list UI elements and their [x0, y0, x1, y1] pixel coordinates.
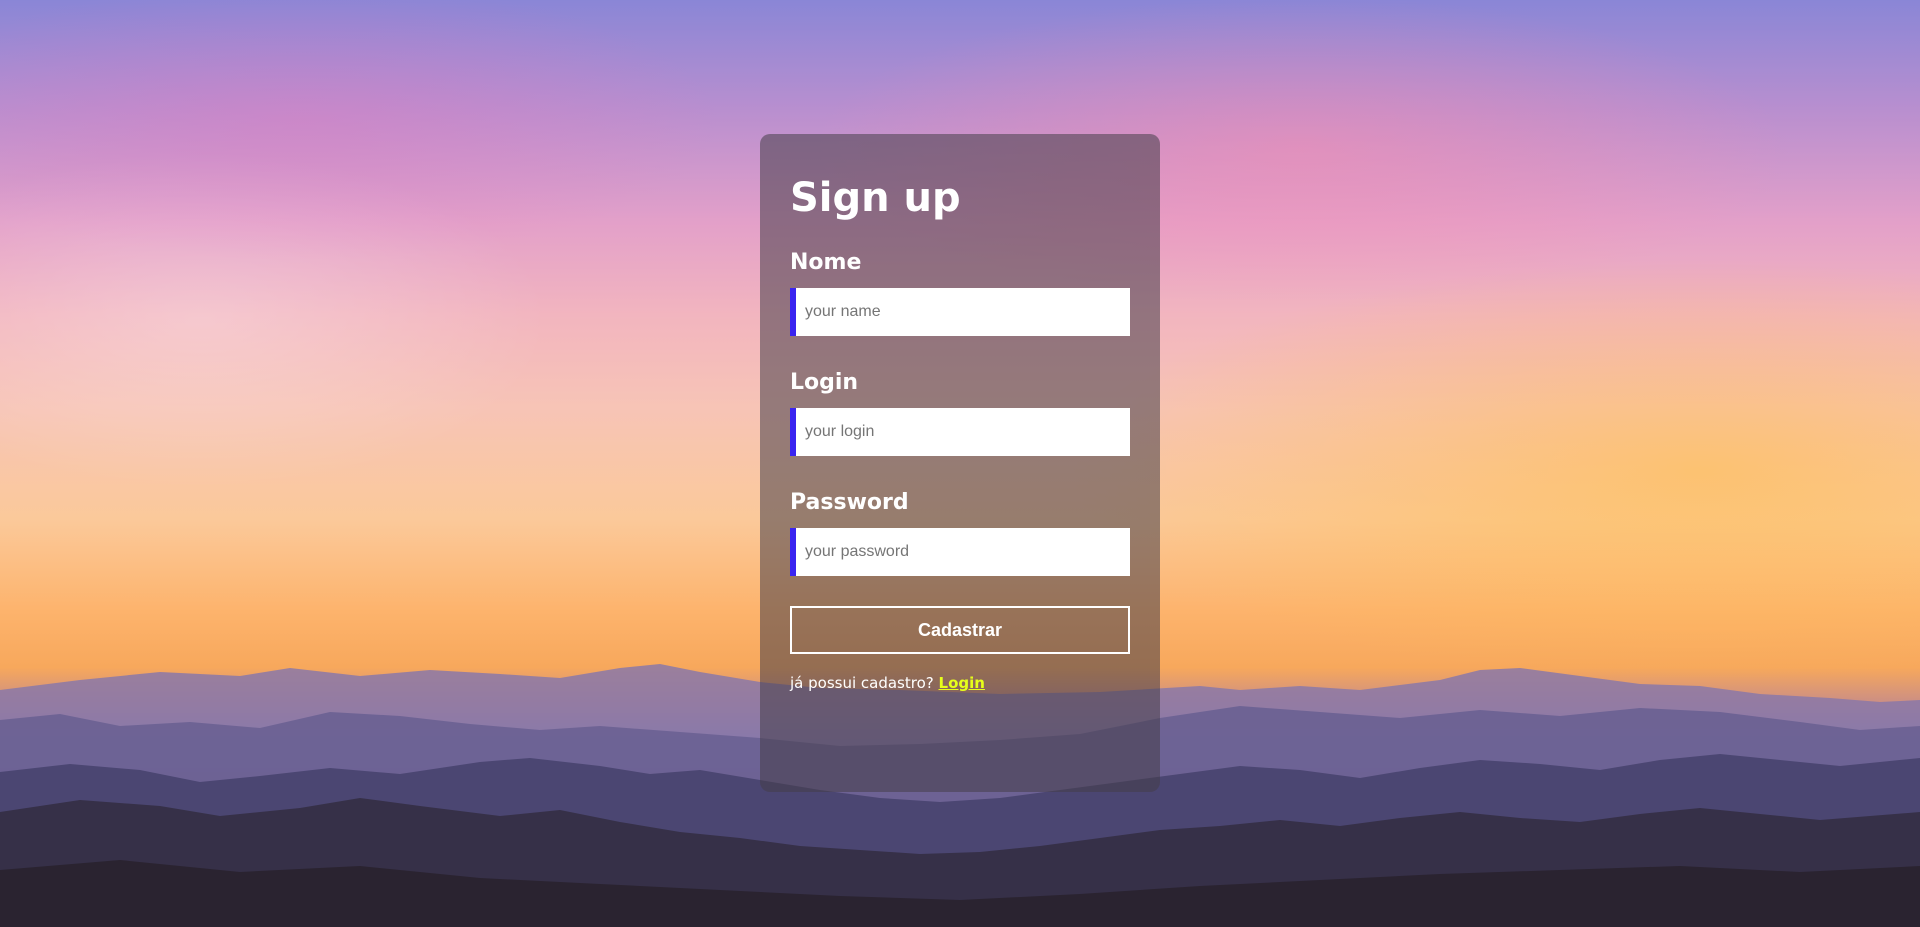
page-title: Sign up — [790, 175, 961, 221]
password-label: Password — [790, 490, 909, 515]
login-prompt: já possui cadastro? Login — [790, 674, 1130, 692]
login-input[interactable] — [796, 408, 1130, 456]
login-field-wrapper — [790, 408, 1130, 456]
name-field-wrapper — [790, 288, 1130, 336]
name-input[interactable] — [796, 288, 1130, 336]
background-scene: Sign up Nome Login Password Cadastrar já… — [0, 0, 1920, 927]
signup-card: Sign up Nome Login Password Cadastrar já… — [760, 134, 1160, 792]
login-label: Login — [790, 370, 859, 395]
name-label: Nome — [790, 250, 862, 275]
login-prompt-text: já possui cadastro? — [790, 674, 934, 692]
login-link[interactable]: Login — [939, 674, 985, 692]
password-field-wrapper — [790, 528, 1130, 576]
cadastrar-button[interactable]: Cadastrar — [790, 606, 1130, 654]
password-input[interactable] — [796, 528, 1130, 576]
